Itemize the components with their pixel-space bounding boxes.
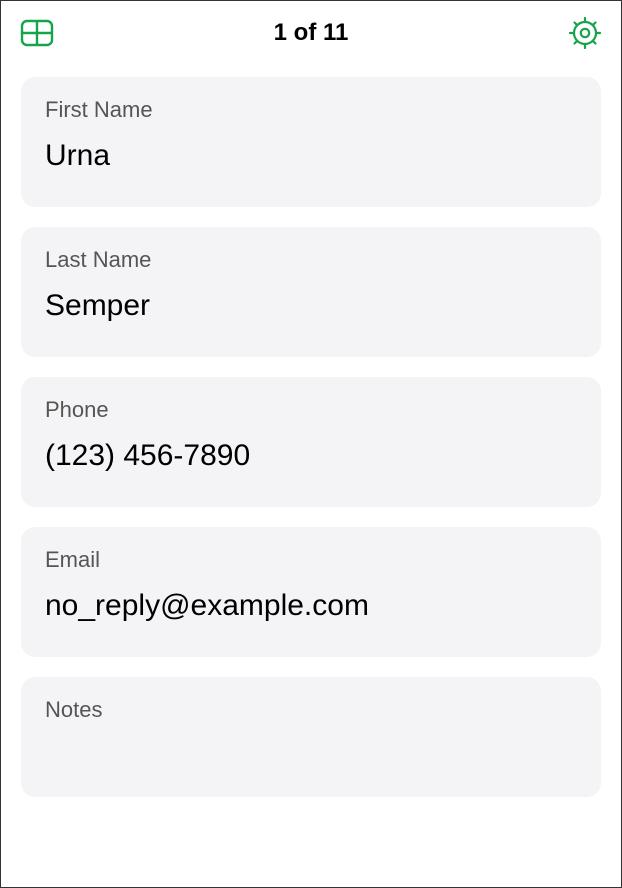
- grid-view-button[interactable]: [19, 15, 55, 51]
- field-card-phone[interactable]: Phone (123) 456-7890: [21, 377, 601, 507]
- field-label: First Name: [45, 97, 577, 123]
- settings-button[interactable]: [567, 15, 603, 51]
- header-toolbar: 1 of 11: [1, 1, 621, 65]
- gear-icon: [568, 16, 602, 50]
- grid-icon: [20, 19, 54, 47]
- field-label: Last Name: [45, 247, 577, 273]
- field-label: Phone: [45, 397, 577, 423]
- field-value: Urna: [45, 137, 577, 175]
- field-label: Email: [45, 547, 577, 573]
- field-card-first-name[interactable]: First Name Urna: [21, 77, 601, 207]
- field-card-email[interactable]: Email no_reply@example.com: [21, 527, 601, 657]
- record-detail: First Name Urna Last Name Semper Phone (…: [1, 65, 621, 797]
- field-value: (123) 456-7890: [45, 437, 577, 475]
- field-label: Notes: [45, 697, 577, 723]
- field-card-last-name[interactable]: Last Name Semper: [21, 227, 601, 357]
- field-card-notes[interactable]: Notes: [21, 677, 601, 797]
- field-value: Semper: [45, 287, 577, 325]
- field-value: no_reply@example.com: [45, 587, 577, 625]
- record-counter: 1 of 11: [274, 19, 349, 47]
